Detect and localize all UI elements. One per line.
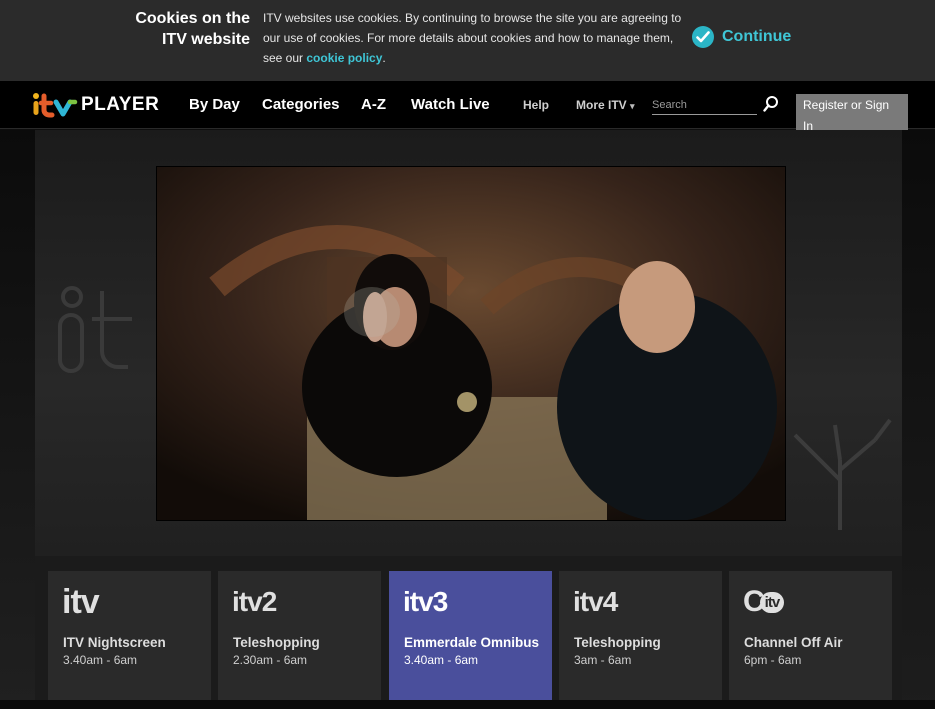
nav-more-itv[interactable]: More ITV ▾ (576, 98, 635, 112)
itv-watermark-icon (58, 286, 132, 373)
channel-time: 2.30am - 6am (233, 653, 308, 667)
continue-button[interactable]: Continue (692, 25, 791, 49)
cookie-banner: Cookies on the ITV website ITV websites … (0, 0, 935, 81)
channel-card-citv[interactable]: Citv Channel Off Air 6pm - 6am (729, 571, 892, 701)
channel-programme: Channel Off Air (744, 635, 843, 650)
search-icon[interactable] (763, 95, 779, 113)
hero-side-left (0, 130, 35, 709)
citv-channel-logo: Citv (743, 585, 785, 619)
itv3-channel-logo: itv 3 (403, 586, 448, 617)
itv-player-logo[interactable]: PLAYER (32, 91, 159, 119)
chevron-down-icon: ▾ (630, 101, 635, 111)
channel-programme: Teleshopping (233, 635, 320, 650)
search-input[interactable] (652, 95, 757, 115)
channel-card-itv2[interactable]: itv 2 Teleshopping 2.30am - 6am (218, 571, 381, 701)
continue-label: Continue (722, 28, 792, 45)
video-player[interactable] (156, 166, 786, 521)
channel-card-itv[interactable]: itv ITV Nightscreen 3.40am - 6am (48, 571, 211, 701)
cookie-banner-title: Cookies on the ITV website (135, 10, 250, 48)
itv2-channel-logo: itv 2 (232, 586, 277, 617)
nav-a-z[interactable]: A-Z (361, 96, 386, 113)
channel-time: 3.40am - 6am (404, 653, 479, 667)
cookie-banner-text: ITV websites use cookies. By continuing … (263, 11, 682, 65)
channel-time: 6pm - 6am (744, 653, 802, 667)
hero-side-right (902, 130, 935, 709)
itv-channel-logo: itv (62, 582, 100, 621)
channel-card-itv3[interactable]: itv 3 Emmerdale Omnibus 3.40am - 6am (389, 571, 552, 701)
channel-programme: Teleshopping (574, 635, 661, 650)
channel-time: 3.40am - 6am (63, 653, 138, 667)
channel-programme: ITV Nightscreen (63, 635, 166, 650)
nav-help[interactable]: Help (523, 98, 549, 112)
nav-watch-live[interactable]: Watch Live (411, 96, 490, 113)
checkmark-icon (692, 26, 714, 48)
nav-by-day[interactable]: By Day (189, 96, 240, 113)
cookie-policy-link[interactable]: cookie policy (306, 51, 382, 65)
channel-programme: Emmerdale Omnibus (404, 635, 540, 650)
video-frame-icon (157, 167, 785, 520)
bottom-strip (0, 700, 935, 709)
nav-categories[interactable]: Categories (262, 96, 340, 113)
channel-time: 3am - 6am (574, 653, 632, 667)
player-wordmark: PLAYER (81, 94, 160, 115)
itv-logo-icon (33, 93, 78, 118)
itv4-channel-logo: itv 4 (573, 586, 618, 617)
tree-decoration-icon (793, 418, 892, 530)
main-nav: PLAYER By Day Categories A-Z Watch Live … (0, 81, 935, 137)
channel-card-itv4[interactable]: itv 4 Teleshopping 3am - 6am (559, 571, 722, 701)
